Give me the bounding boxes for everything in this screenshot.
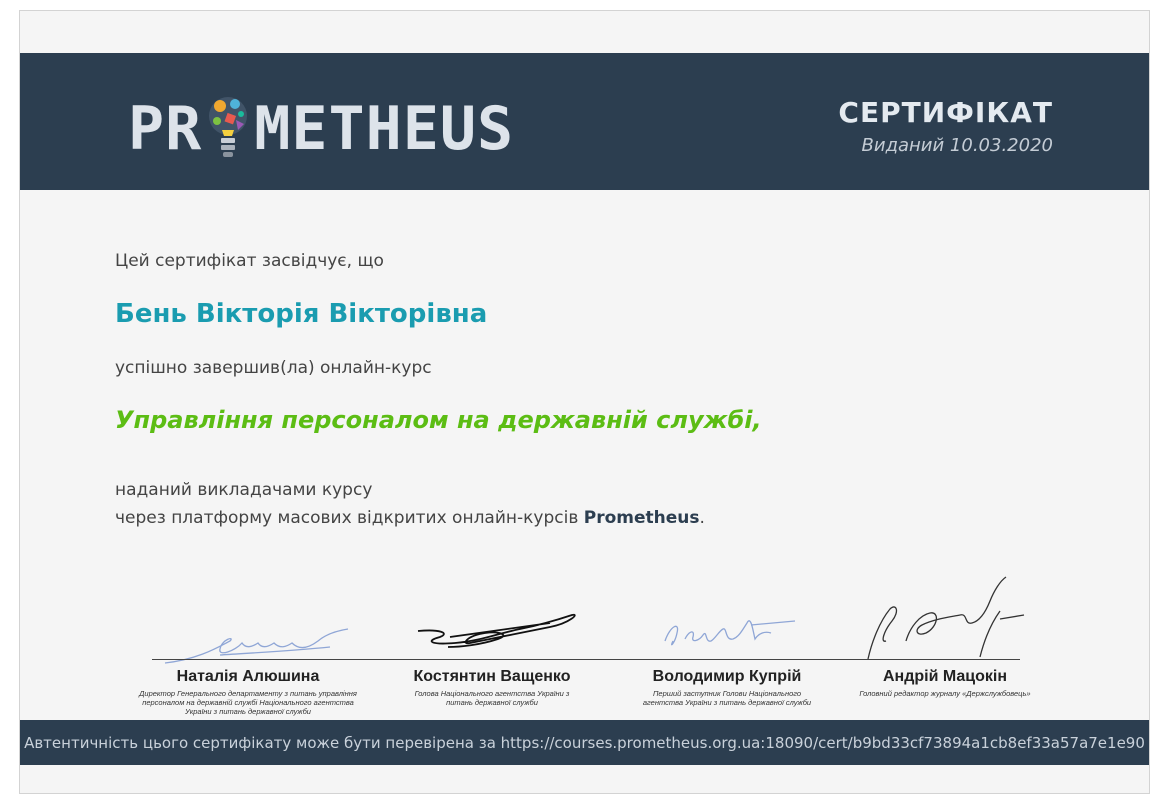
platform-line: через платформу масових відкритих онлайн… [115,508,705,528]
signer-name: Костянтин Ващенко [413,668,571,685]
logo-text-right: METHEUS [254,94,515,164]
lightbulb-icon [209,97,248,157]
signature-vashchenko [417,613,576,648]
platform-name: Prometheus [583,508,700,528]
signature-aliushyna [164,628,349,664]
signer-name: Андрій Мацокін [882,668,1008,685]
intro-text: Цей сертифікат засвідчує, що [115,251,384,271]
certificate-title-block: СЕРТИФІКАТ Виданий 10.03.2020 [838,93,1053,159]
verification-text: Автентичність цього сертифікату може бут… [24,733,1145,752]
signature-kupriy [664,620,796,646]
issue-date: Виданий 10.03.2020 [861,135,1053,156]
course-title: Управління персоналом на державній служб… [115,406,762,434]
certificate-title: СЕРТИФІКАТ [838,96,1053,129]
recipient-name: Бень Вікторія Вікторівна [115,299,488,329]
signature-line [152,659,1020,660]
signer-name: Наталія Алюшина [176,668,320,685]
logo-text-left: PR [128,94,203,164]
certificate-header: PR METHEUS СЕРТИФІКАТ Виданий 10.03.2020 [20,53,1149,190]
via-text: через платформу масових відкритих онлайн… [115,508,579,528]
completed-text: успішно завершив(ла) онлайн-курс [115,358,432,378]
signer-3: Володимир Купрій Перший заступник Голови… [612,667,842,707]
signature-matsokin [867,576,1025,660]
prometheus-logo: PR METHEUS [128,89,514,169]
given-by-text: наданий викладачами курсу [115,480,373,500]
sentence-dot: . [699,508,705,528]
signer-4: Андрій Мацокін Головний редактор журналу… [830,667,1060,698]
signer-role: Директор Генерального департаменту з пит… [139,689,357,716]
certificate-frame: PR METHEUS СЕРТИФІКАТ Виданий 10.03.2020… [19,10,1150,794]
signer-2: Костянтин Ващенко Голова Національного а… [377,667,607,707]
certificate-footer: Автентичність цього сертифікату може бут… [20,720,1149,765]
signer-role: Перший заступник Голови Національного аг… [642,689,812,707]
signer-role: Голова Національного агентства України з… [414,689,570,707]
signer-name: Володимир Купрій [652,668,802,685]
signer-role: Головний редактор журналу «Держслужбовец… [859,689,1031,698]
signer-1: Наталія Алюшина Директор Генерального де… [133,667,363,716]
